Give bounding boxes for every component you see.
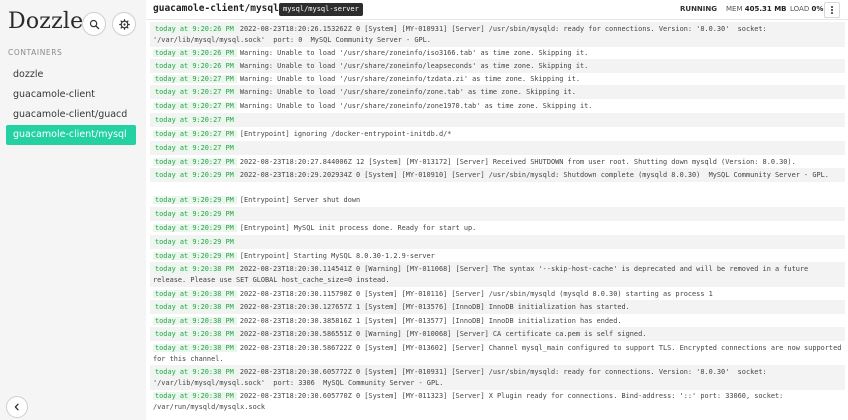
log-timestamp: today at 9:20:27 PM (153, 130, 237, 138)
log-entry: today at 9:20:29 PM (150, 235, 845, 249)
log-timestamp: today at 9:20:26 PM (153, 62, 237, 70)
log-timestamp: today at 9:20:38 PM (153, 344, 237, 352)
memory-stat: MEM 405.31 MB (726, 5, 787, 13)
log-timestamp: today at 9:20:27 PM (153, 102, 237, 110)
log-timestamp: today at 9:20:29 PM (153, 171, 237, 179)
log-entry: today at 9:20:29 PM [Entrypoint] MySQL in… (150, 221, 845, 235)
log-timestamp: today at 9:20:27 PM (153, 158, 237, 166)
log-message: 2022-08-23T18:20:26.153262Z 0 [System] [… (153, 25, 771, 44)
log-message: 2022-08-23T18:20:30.605770Z 0 [System] [… (153, 392, 788, 411)
log-entry: today at 9:20:38 PM 2022-08-23T18:20:30.6… (150, 389, 845, 414)
log-viewer[interactable]: today at 9:20:26 PM 2022-08-23T18:20:26.1… (146, 21, 848, 420)
log-timestamp: today at 9:20:38 PM (153, 368, 237, 376)
log-message: Warning: Unable to load '/usr/share/zone… (239, 102, 593, 110)
log-entry: today at 9:20:27 PM Warning: Unable to lo… (150, 85, 845, 99)
container-title: guacamole-client/mysql (153, 3, 279, 14)
log-entry: today at 9:20:38 PM 2022-08-23T18:20:30.3… (150, 314, 845, 328)
log-timestamp: today at 9:20:29 PM (153, 210, 237, 218)
containers-section-label: CONTAINERS (8, 48, 63, 57)
chevron-left-icon (14, 403, 19, 411)
log-entry: today at 9:20:27 PM Warning: Unable to lo… (150, 99, 845, 113)
gear-icon (118, 18, 130, 30)
log-message: [Entrypoint] MySQL init process done. Re… (239, 224, 477, 232)
log-entry: today at 9:20:27 PM [Entrypoint] ignoring… (150, 127, 845, 141)
log-entry: today at 9:20:29 PM (150, 207, 845, 221)
log-timestamp: today at 9:20:38 PM (153, 265, 237, 273)
log-timestamp: today at 9:20:29 PM (153, 196, 237, 204)
container-item-guacamole-client-guacd[interactable]: guacamole-client/guacd (6, 105, 136, 125)
log-entry: today at 9:20:29 PM [Entrypoint] Starting… (150, 249, 845, 263)
log-message: 2022-08-23T18:20:30.605772Z 0 [System] [… (153, 368, 771, 387)
log-timestamp: today at 9:20:38 PM (153, 290, 237, 298)
brand-logo[interactable]: Dozzle (8, 9, 83, 34)
log-timestamp: today at 9:20:27 PM (153, 88, 237, 96)
log-entry: today at 9:20:27 PM 2022-08-23T18:20:27.8… (150, 155, 845, 169)
log-message: 2022-08-23T18:20:29.202934Z 0 [System] [… (239, 171, 829, 179)
container-item-guacamole-client-mysql[interactable]: guacamole-client/mysql (6, 125, 136, 145)
vertical-dots-icon (831, 5, 833, 15)
more-options-button[interactable] (824, 2, 840, 18)
log-timestamp: today at 9:20:26 PM (153, 25, 237, 33)
log-entry: today at 9:20:27 PM (150, 113, 845, 127)
log-message: 2022-08-23T18:20:27.844006Z 12 [System] … (239, 158, 796, 166)
log-entry: today at 9:20:29 PM 2022-08-23T18:20:29.2… (150, 168, 845, 182)
load-value: 0% (811, 5, 824, 13)
log-message: 2022-08-23T18:20:30.385816Z 1 [System] [… (239, 317, 622, 325)
load-label: LOAD (790, 5, 810, 13)
log-header: guacamole-client/mysql mysql/mysql-serve… (146, 0, 848, 20)
log-entry: today at 9:20:38 PM 2022-08-23T18:20:30.6… (150, 365, 845, 390)
log-timestamp: today at 9:20:38 PM (153, 330, 237, 338)
log-entry: today at 9:20:38 PM 2022-08-23T18:20:30.5… (150, 341, 845, 366)
log-timestamp: today at 9:20:27 PM (153, 75, 237, 83)
log-timestamp: today at 9:20:29 PM (153, 252, 237, 260)
log-entry: today at 9:20:26 PM Warning: Unable to lo… (150, 46, 845, 60)
log-message: Warning: Unable to load '/usr/share/zone… (239, 49, 589, 57)
log-entry: today at 9:20:26 PM 2022-08-23T18:20:26.1… (150, 22, 845, 47)
settings-button[interactable] (112, 12, 136, 36)
log-timestamp: today at 9:20:38 PM (153, 303, 237, 311)
log-timestamp: today at 9:20:29 PM (153, 238, 237, 246)
log-message: 2022-08-23T18:20:30.115790Z 0 [System] [… (239, 290, 713, 298)
log-entry: today at 9:20:38 PM 2022-08-23T18:20:30.1… (150, 262, 845, 287)
log-message: 2022-08-23T18:20:30.127657Z 1 [System] [… (239, 303, 630, 311)
log-entry: today at 9:20:27 PM (150, 141, 845, 155)
log-timestamp: today at 9:20:27 PM (153, 144, 237, 152)
load-stat: LOAD 0% (790, 5, 823, 13)
log-timestamp: today at 9:20:26 PM (153, 49, 237, 57)
status-badge: RUNNING (680, 5, 717, 13)
sidebar: Dozzle CONTAINERS dozzle guacamole-clien… (0, 0, 146, 420)
memory-value: 405.31 MB (744, 5, 787, 13)
log-entry: today at 9:20:38 PM 2022-08-23T18:20:30.1… (150, 300, 845, 314)
search-icon (89, 19, 99, 29)
log-timestamp: today at 9:20:27 PM (153, 116, 237, 124)
log-message: Warning: Unable to load '/usr/share/zone… (239, 88, 576, 96)
log-message: [Entrypoint] ignoring /docker-entrypoint… (239, 130, 452, 138)
log-entry: today at 9:20:27 PM Warning: Unable to lo… (150, 72, 845, 86)
container-item-dozzle[interactable]: dozzle (6, 65, 136, 85)
log-entry: today at 9:20:38 PM 2022-08-23T18:20:30.5… (150, 327, 845, 341)
log-entry: today at 9:20:29 PM [Entrypoint] Server s… (150, 193, 845, 207)
log-message: 2022-08-23T18:20:30.114541Z 0 [Warning] … (153, 265, 813, 284)
log-entry: today at 9:20:38 PM 2022-08-23T18:20:30.1… (150, 287, 845, 301)
log-timestamp: today at 9:20:38 PM (153, 392, 237, 400)
log-timestamp: today at 9:20:29 PM (153, 224, 237, 232)
log-message: 2022-08-23T18:20:30.586551Z 0 [Warning] … (239, 330, 647, 338)
log-message: 2022-08-23T18:20:30.586722Z 0 [System] [… (153, 344, 846, 363)
log-message: [Entrypoint] Server shut down (239, 196, 361, 204)
search-button[interactable] (82, 12, 106, 36)
collapse-sidebar-button[interactable] (6, 396, 28, 418)
memory-label: MEM (726, 5, 743, 13)
main-panel: guacamole-client/mysql mysql/mysql-serve… (146, 0, 848, 420)
log-message: Warning: Unable to load '/usr/share/zone… (239, 62, 589, 70)
log-message: Warning: Unable to load '/usr/share/zone… (239, 75, 581, 83)
log-timestamp: today at 9:20:38 PM (153, 317, 237, 325)
log-message: [Entrypoint] Starting MySQL 8.0.30-1.2.9… (239, 252, 435, 260)
container-item-guacamole-client[interactable]: guacamole-client (6, 85, 136, 105)
image-tag: mysql/mysql-server (279, 3, 363, 16)
log-entry: today at 9:20:26 PM Warning: Unable to lo… (150, 59, 845, 73)
